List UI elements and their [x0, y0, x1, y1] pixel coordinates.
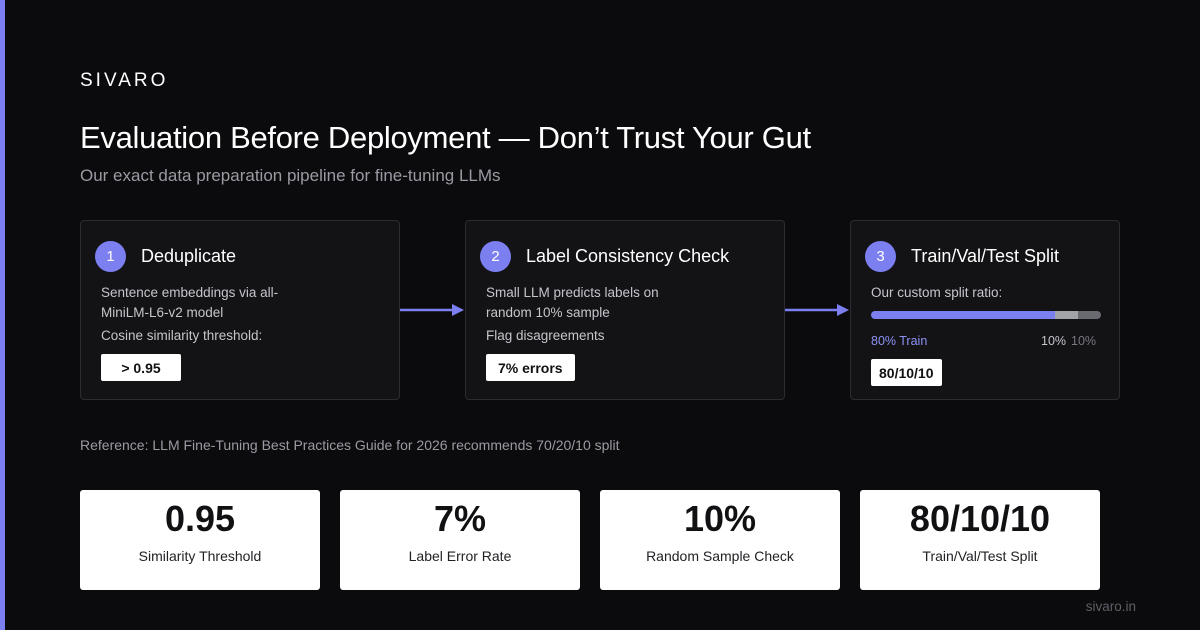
step-card-label-consistency: 2 Label Consistency Check Small LLM pred… — [465, 220, 785, 400]
stat-label: Similarity Threshold — [138, 548, 262, 564]
split-ratio-chip: 80/10/10 — [871, 359, 942, 386]
split-segment-val — [1055, 311, 1078, 319]
step-number-badge: 3 — [865, 241, 896, 272]
accent-bar — [0, 0, 5, 630]
split-ratio-bar — [871, 311, 1101, 319]
split-label-val: 10% — [1041, 334, 1067, 348]
stat-card: 10% Random Sample Check — [600, 490, 840, 590]
stat-value: 80/10/10 — [909, 498, 1051, 539]
step-title: Deduplicate — [141, 246, 237, 266]
stat-card: 80/10/10 Train/Val/Test Split — [860, 490, 1100, 590]
brand-logo: SIVARO — [80, 70, 169, 91]
page-title: Evaluation Before Deployment — Don’t Tru… — [80, 120, 811, 155]
threshold-chip: > 0.95 — [101, 354, 181, 381]
reference-note: Reference: LLM Fine-Tuning Best Practice… — [80, 437, 620, 453]
flow-arrow-icon — [400, 304, 464, 316]
step-title: Label Consistency Check — [526, 246, 730, 266]
stat-card: 0.95 Similarity Threshold — [80, 490, 320, 590]
stat-value: 7% — [433, 498, 487, 539]
step-note: Our custom split ratio: — [871, 285, 1003, 300]
step-number-badge: 1 — [95, 241, 126, 272]
stat-label: Train/Val/Test Split — [922, 548, 1038, 564]
stat-value: 10% — [683, 498, 757, 539]
page-subtitle: Our exact data preparation pipeline for … — [80, 166, 501, 185]
stat-label: Label Error Rate — [408, 548, 512, 564]
flow-arrow-icon — [785, 304, 849, 316]
split-segment-test — [1078, 311, 1101, 319]
stat-value: 0.95 — [164, 498, 236, 539]
step-note: Flag disagreements — [486, 328, 605, 343]
step-number-badge: 2 — [480, 241, 511, 272]
step-description: Small LLM predicts labels on random 10% … — [486, 285, 659, 320]
footer-url: sivaro.in — [1085, 599, 1136, 614]
step-title: Train/Val/Test Split — [911, 246, 1060, 266]
step-card-deduplicate: 1 Deduplicate Sentence embeddings via al… — [80, 220, 400, 400]
split-label-test: 10% — [1071, 334, 1097, 348]
error-rate-chip: 7% errors — [486, 354, 575, 381]
step-description: Sentence embeddings via all-MiniLM-L6-v2… — [101, 285, 279, 320]
split-segment-train — [871, 311, 1055, 319]
split-label-train: 80% Train — [871, 334, 928, 348]
stat-card: 7% Label Error Rate — [340, 490, 580, 590]
stat-label: Random Sample Check — [646, 548, 794, 564]
step-card-split: 3 Train/Val/Test Split Our custom split … — [850, 220, 1120, 400]
step-note: Cosine similarity threshold: — [101, 328, 263, 343]
